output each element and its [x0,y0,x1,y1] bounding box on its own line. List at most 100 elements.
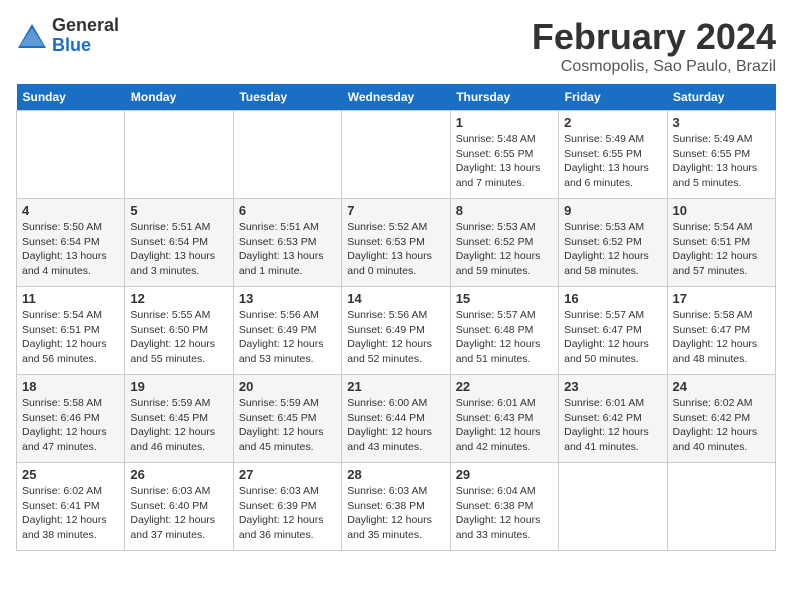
calendar-cell: 10Sunrise: 5:54 AM Sunset: 6:51 PM Dayli… [667,199,775,287]
day-number: 3 [673,115,770,130]
day-info: Sunrise: 5:51 AM Sunset: 6:53 PM Dayligh… [239,220,336,279]
calendar-cell: 28 Sunrise: 6:03 AM Sunset: 6:38 PM Dayli… [342,463,450,551]
logo: General Blue [16,16,119,56]
day-number: 28 [347,467,444,482]
calendar-cell: 20 Sunrise: 5:59 AM Sunset: 6:45 PM Dayli… [233,375,341,463]
day-info: Sunrise: 6:02 AM Sunset: 6:41 PM Dayligh… [22,484,119,543]
calendar-cell: 21 Sunrise: 6:00 AM Sunset: 6:44 PM Dayli… [342,375,450,463]
day-number: 17 [673,291,770,306]
day-number: 27 [239,467,336,482]
calendar-cell: 11 Sunrise: 5:54 AM Sunset: 6:51 PM Dayli… [17,287,125,375]
calendar-cell: 25 Sunrise: 6:02 AM Sunset: 6:41 PM Dayli… [17,463,125,551]
day-number: 8 [456,203,553,218]
column-header-sunday: Sunday [17,84,125,111]
day-info: Sunrise: 5:55 AM Sunset: 6:50 PM Dayligh… [130,308,227,367]
day-number: 22 [456,379,553,394]
day-number: 29 [456,467,553,482]
week-row-5: 25 Sunrise: 6:02 AM Sunset: 6:41 PM Dayli… [17,463,776,551]
column-header-tuesday: Tuesday [233,84,341,111]
calendar-body: 1Sunrise: 5:48 AM Sunset: 6:55 PM Daylig… [17,111,776,551]
day-number: 15 [456,291,553,306]
day-number: 4 [22,203,119,218]
page-header: General Blue February 2024 Cosmopolis, S… [16,16,776,76]
week-row-3: 11 Sunrise: 5:54 AM Sunset: 6:51 PM Dayli… [17,287,776,375]
day-number: 21 [347,379,444,394]
day-number: 10 [673,203,770,218]
day-number: 26 [130,467,227,482]
day-info: Sunrise: 5:57 AM Sunset: 6:47 PM Dayligh… [564,308,661,367]
day-number: 24 [673,379,770,394]
calendar-cell: 24Sunrise: 6:02 AM Sunset: 6:42 PM Dayli… [667,375,775,463]
column-header-wednesday: Wednesday [342,84,450,111]
day-info: Sunrise: 6:01 AM Sunset: 6:42 PM Dayligh… [564,396,661,455]
day-info: Sunrise: 6:00 AM Sunset: 6:44 PM Dayligh… [347,396,444,455]
title-block: February 2024 Cosmopolis, Sao Paulo, Bra… [532,16,776,76]
calendar-cell: 15 Sunrise: 5:57 AM Sunset: 6:48 PM Dayli… [450,287,558,375]
day-number: 25 [22,467,119,482]
day-number: 19 [130,379,227,394]
day-info: Sunrise: 6:04 AM Sunset: 6:38 PM Dayligh… [456,484,553,543]
calendar-cell: 13 Sunrise: 5:56 AM Sunset: 6:49 PM Dayli… [233,287,341,375]
calendar-cell: 4Sunrise: 5:50 AM Sunset: 6:54 PM Daylig… [17,199,125,287]
calendar-cell: 2 Sunrise: 5:49 AM Sunset: 6:55 PM Daylig… [559,111,667,199]
logo-blue-text: Blue [52,36,119,56]
day-info: Sunrise: 5:52 AM Sunset: 6:53 PM Dayligh… [347,220,444,279]
day-info: Sunrise: 5:49 AM Sunset: 6:55 PM Dayligh… [673,132,770,191]
day-info: Sunrise: 5:57 AM Sunset: 6:48 PM Dayligh… [456,308,553,367]
day-info: Sunrise: 5:53 AM Sunset: 6:52 PM Dayligh… [456,220,553,279]
day-info: Sunrise: 5:53 AM Sunset: 6:52 PM Dayligh… [564,220,661,279]
day-info: Sunrise: 5:59 AM Sunset: 6:45 PM Dayligh… [239,396,336,455]
calendar-title: February 2024 [532,16,776,58]
calendar-subtitle: Cosmopolis, Sao Paulo, Brazil [532,58,776,76]
calendar-cell: 16 Sunrise: 5:57 AM Sunset: 6:47 PM Dayli… [559,287,667,375]
day-number: 6 [239,203,336,218]
calendar-header: SundayMondayTuesdayWednesdayThursdayFrid… [17,84,776,111]
day-number: 11 [22,291,119,306]
day-info: Sunrise: 5:48 AM Sunset: 6:55 PM Dayligh… [456,132,553,191]
calendar-cell: 8 Sunrise: 5:53 AM Sunset: 6:52 PM Daylig… [450,199,558,287]
week-row-2: 4Sunrise: 5:50 AM Sunset: 6:54 PM Daylig… [17,199,776,287]
calendar-table: SundayMondayTuesdayWednesdayThursdayFrid… [16,84,776,551]
day-number: 16 [564,291,661,306]
column-header-saturday: Saturday [667,84,775,111]
day-number: 18 [22,379,119,394]
calendar-cell [559,463,667,551]
day-info: Sunrise: 6:03 AM Sunset: 6:40 PM Dayligh… [130,484,227,543]
calendar-cell [667,463,775,551]
week-row-4: 18 Sunrise: 5:58 AM Sunset: 6:46 PM Dayli… [17,375,776,463]
day-info: Sunrise: 5:56 AM Sunset: 6:49 PM Dayligh… [347,308,444,367]
column-header-monday: Monday [125,84,233,111]
calendar-cell: 9Sunrise: 5:53 AM Sunset: 6:52 PM Daylig… [559,199,667,287]
day-number: 20 [239,379,336,394]
calendar-cell: 27 Sunrise: 6:03 AM Sunset: 6:39 PM Dayli… [233,463,341,551]
day-info: Sunrise: 5:56 AM Sunset: 6:49 PM Dayligh… [239,308,336,367]
calendar-cell [125,111,233,199]
week-row-1: 1Sunrise: 5:48 AM Sunset: 6:55 PM Daylig… [17,111,776,199]
calendar-cell: 17Sunrise: 5:58 AM Sunset: 6:47 PM Dayli… [667,287,775,375]
day-info: Sunrise: 6:01 AM Sunset: 6:43 PM Dayligh… [456,396,553,455]
day-info: Sunrise: 5:54 AM Sunset: 6:51 PM Dayligh… [22,308,119,367]
calendar-cell: 6 Sunrise: 5:51 AM Sunset: 6:53 PM Daylig… [233,199,341,287]
day-info: Sunrise: 5:58 AM Sunset: 6:46 PM Dayligh… [22,396,119,455]
day-number: 2 [564,115,661,130]
calendar-cell: 22 Sunrise: 6:01 AM Sunset: 6:43 PM Dayli… [450,375,558,463]
column-header-thursday: Thursday [450,84,558,111]
day-number: 13 [239,291,336,306]
header-row: SundayMondayTuesdayWednesdayThursdayFrid… [17,84,776,111]
day-number: 7 [347,203,444,218]
calendar-cell: 1Sunrise: 5:48 AM Sunset: 6:55 PM Daylig… [450,111,558,199]
day-number: 23 [564,379,661,394]
calendar-cell: 7 Sunrise: 5:52 AM Sunset: 6:53 PM Daylig… [342,199,450,287]
calendar-cell [342,111,450,199]
day-number: 12 [130,291,227,306]
day-info: Sunrise: 5:51 AM Sunset: 6:54 PM Dayligh… [130,220,227,279]
day-info: Sunrise: 6:03 AM Sunset: 6:39 PM Dayligh… [239,484,336,543]
day-info: Sunrise: 6:03 AM Sunset: 6:38 PM Dayligh… [347,484,444,543]
calendar-cell: 26 Sunrise: 6:03 AM Sunset: 6:40 PM Dayli… [125,463,233,551]
day-info: Sunrise: 5:49 AM Sunset: 6:55 PM Dayligh… [564,132,661,191]
calendar-cell: 3 Sunrise: 5:49 AM Sunset: 6:55 PM Daylig… [667,111,775,199]
calendar-cell [17,111,125,199]
logo-icon [16,22,48,50]
calendar-cell: 14Sunrise: 5:56 AM Sunset: 6:49 PM Dayli… [342,287,450,375]
day-number: 5 [130,203,227,218]
